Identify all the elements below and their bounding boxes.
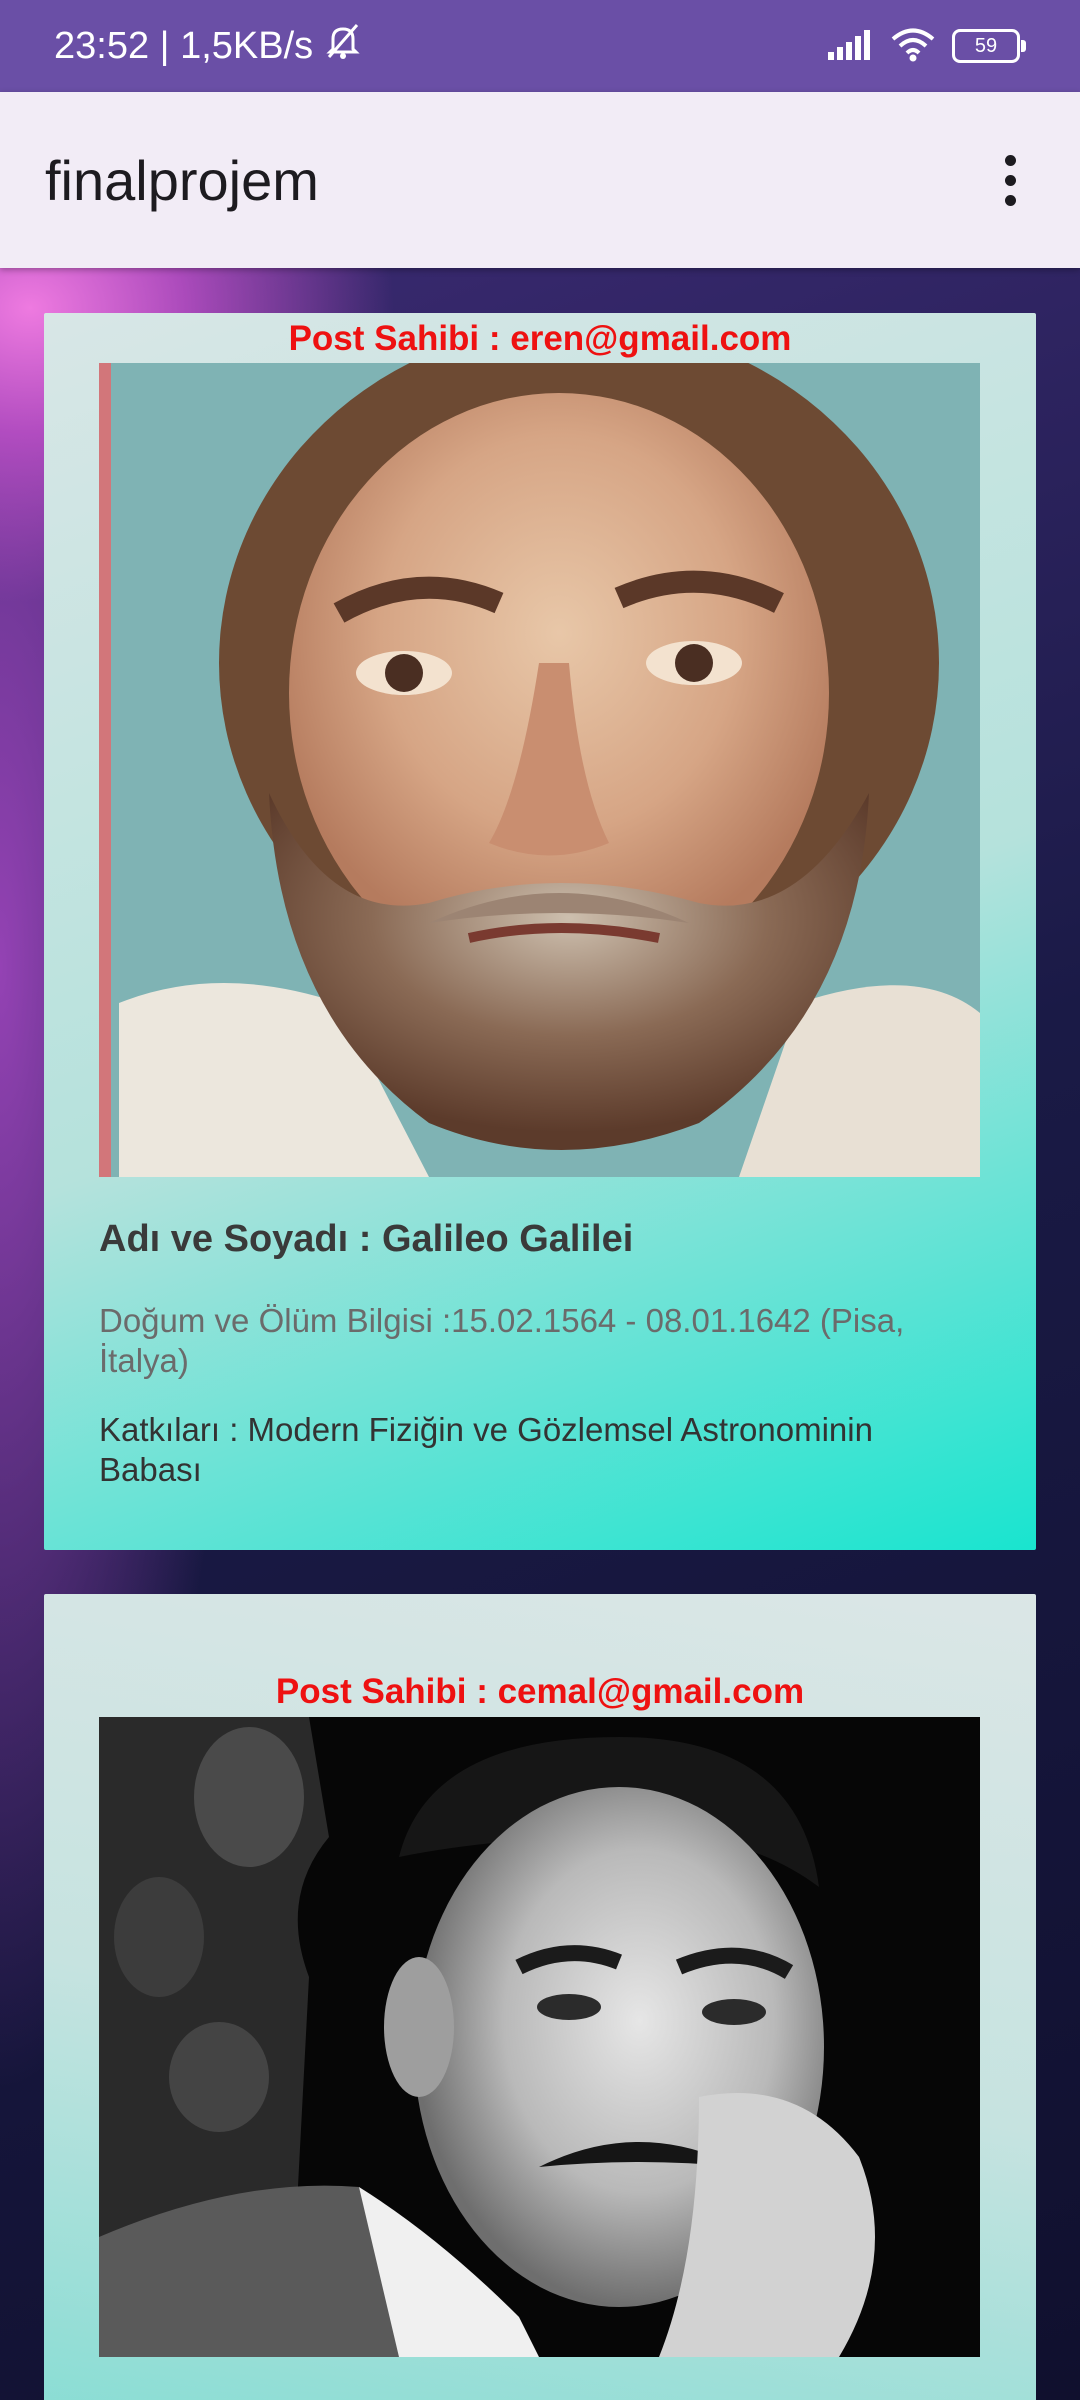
status-bar: 23:52 | 1,5KB/s 59: [0, 0, 1080, 92]
menu-dot: [1004, 174, 1016, 186]
menu-dot: [1004, 154, 1016, 166]
post-owner: Post Sahibi : eren@gmail.com: [288, 319, 792, 358]
menu-dot: [1004, 194, 1016, 206]
post-card[interactable]: Post Sahibi : eren@gmail.com Adı ve Soya…: [44, 313, 1036, 1550]
portrait-tesla: [99, 1717, 980, 2357]
app-bar: finalprojem: [0, 92, 1080, 268]
post-list[interactable]: Post Sahibi : eren@gmail.com Adı ve Soya…: [0, 268, 1080, 2400]
contributions: Katkıları : Modern Fiziğin ve Gözlemsel …: [99, 1411, 873, 1488]
post-owner: Post Sahibi : cemal@gmail.com: [275, 1672, 805, 1711]
battery-level: 59: [974, 34, 998, 57]
post-photo: [99, 363, 980, 1177]
mute-notifications-icon: [321, 21, 365, 71]
status-right: 59: [826, 0, 1026, 92]
portrait-galileo: [99, 363, 980, 1177]
app-title: finalprojem: [45, 148, 319, 212]
signal-icon: [826, 28, 874, 64]
post-photo: [99, 1717, 980, 2357]
post-card[interactable]: Post Sahibi : cemal@gmail.com: [44, 1594, 1036, 2400]
wifi-icon: [890, 26, 936, 66]
status-left: 23:52 | 1,5KB/s: [54, 0, 365, 92]
birth-death-info: Doğum ve Ölüm Bilgisi :15.02.1564 - 08.0…: [99, 1302, 905, 1379]
person-name: Adı ve Soyadı : Galileo Galilei: [99, 1218, 634, 1260]
status-time-speed: 23:52 | 1,5KB/s: [54, 24, 314, 67]
more-vert-icon[interactable]: [980, 150, 1040, 210]
battery-icon: 59: [952, 29, 1026, 63]
